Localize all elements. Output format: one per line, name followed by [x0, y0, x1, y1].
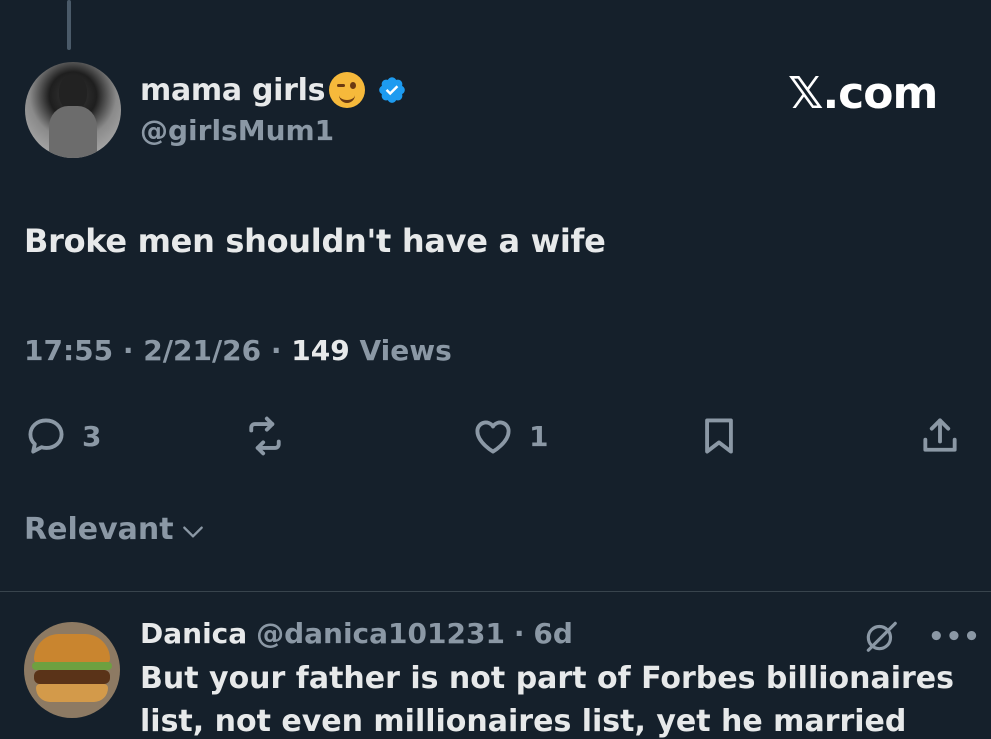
grok-icon[interactable]: [862, 617, 900, 655]
avatar-figure-head: [59, 76, 87, 110]
winking-face-emoji-icon: [329, 72, 366, 108]
reply-text: But your father is not part of Forbes bi…: [140, 661, 954, 696]
avatar-burger-bun-bottom: [36, 684, 108, 702]
avatar-figure-body: [49, 106, 97, 158]
author-name-row: mama girls: [140, 72, 407, 108]
avatar-burger-lettuce: [32, 662, 112, 670]
avatar-burger-bun-top: [34, 634, 110, 664]
tweet-text: Broke men shouldn't have a wife: [24, 222, 606, 260]
reply-author-handle[interactable]: @danica101231: [256, 617, 505, 650]
share-button[interactable]: [918, 414, 962, 458]
heart-icon: [475, 420, 511, 454]
reply-icon: [28, 418, 64, 454]
views-count: 149: [291, 334, 350, 367]
reply-author-avatar[interactable]: [24, 622, 120, 718]
x-com-watermark: 𝕏.com: [788, 68, 938, 119]
chevron-down-icon: [182, 525, 203, 538]
reply-header: Danica @danica101231 · 6d: [140, 617, 573, 650]
verified-badge-icon: [379, 77, 405, 103]
like-button[interactable]: 1: [471, 414, 548, 458]
author-avatar[interactable]: [25, 62, 121, 158]
section-divider: [0, 591, 991, 592]
author-handle[interactable]: @girlsMum1: [140, 114, 334, 147]
bookmark-button[interactable]: [697, 414, 741, 458]
reply-text-continued: list, not even millionaires list, yet he…: [140, 704, 907, 739]
reply-count: 3: [82, 419, 102, 453]
reply-author-name[interactable]: Danica: [140, 617, 247, 650]
meta-separator: ·: [513, 617, 525, 650]
bookmark-icon: [705, 418, 733, 454]
meta-separator: ·: [122, 334, 134, 367]
more-options-icon[interactable]: •••: [928, 622, 981, 652]
views-label: Views: [359, 334, 452, 367]
avatar-burger-patty: [34, 670, 110, 684]
like-count: 1: [529, 419, 549, 453]
retweet-button[interactable]: [243, 414, 287, 458]
reply-button[interactable]: 3: [24, 414, 101, 458]
reply-sort-label: Relevant: [24, 512, 174, 547]
reply-age[interactable]: 6d: [533, 617, 573, 650]
reply-sort-dropdown[interactable]: Relevant: [24, 512, 206, 547]
author-display-name[interactable]: mama girls: [140, 73, 325, 108]
share-icon: [923, 418, 957, 452]
thread-connector-line: [67, 0, 71, 50]
tweet-metadata: 17:55 · 2/21/26 · 149 Views: [24, 334, 452, 367]
meta-separator: ·: [270, 334, 282, 367]
tweet-date[interactable]: 2/21/26: [143, 334, 261, 367]
tweet-time[interactable]: 17:55: [24, 334, 113, 367]
retweet-icon: [249, 416, 281, 456]
